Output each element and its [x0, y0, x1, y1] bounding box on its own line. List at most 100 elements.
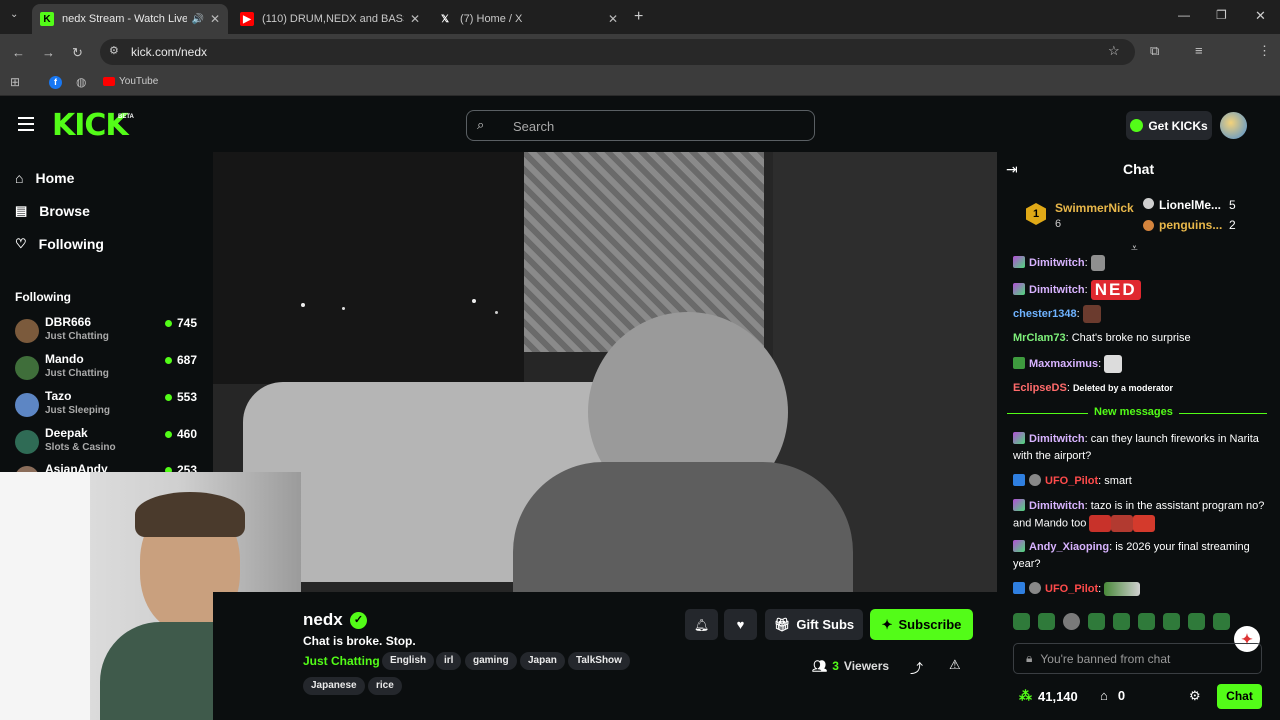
sub-badge-icon [1013, 356, 1025, 369]
emote-bar [1013, 613, 1263, 633]
facebook-icon[interactable]: f [49, 76, 62, 89]
rank-badge: 1 [1026, 203, 1046, 225]
tag[interactable]: irl [436, 652, 462, 670]
tag[interactable]: English [382, 652, 435, 670]
sidebar-item-home[interactable]: ⌂ Home [15, 170, 74, 186]
chat-message: EclipseDS: Deleted by a moderator [1013, 382, 1173, 394]
webcam-window [0, 472, 90, 720]
search-input[interactable]: ⌕ Search [466, 110, 815, 141]
x-favicon-icon: 𝕏 [440, 13, 450, 25]
kicks-balance[interactable]: ⁂ 41,140 [1019, 688, 1078, 704]
tag[interactable]: TalkShow [568, 652, 630, 670]
window-close-icon[interactable]: ✕ [1255, 8, 1266, 24]
user-avatar[interactable] [1220, 112, 1247, 139]
video-person-body [513, 462, 853, 592]
channel-name[interactable]: nedx [303, 610, 343, 630]
browser-menu-icon[interactable]: ⋮ [1258, 43, 1271, 59]
following-item[interactable]: DBR666 Just Chatting 745 [15, 315, 205, 349]
chat-title: Chat [1123, 161, 1155, 177]
emote-icon[interactable] [1163, 613, 1180, 630]
youtube-icon [103, 77, 115, 86]
sub-badge-icon [1013, 499, 1025, 511]
sub-badge-icon [1013, 256, 1025, 268]
tab-youtube[interactable]: ▶ (110) DRUM,NEDX and BASS - Y ✕ [232, 4, 428, 34]
emote-icon[interactable] [1113, 613, 1130, 630]
globe-icon[interactable]: ◍ [76, 75, 86, 89]
tab-kick[interactable]: K nedx Stream - Watch Live o 🔊 ✕ [32, 4, 228, 34]
home-icon: ⌂ [15, 170, 24, 186]
sub-badge-icon [1013, 540, 1025, 552]
category-link[interactable]: Just Chatting [303, 654, 380, 668]
close-tab-icon[interactable]: ✕ [210, 12, 220, 26]
collapse-chat-icon[interactable]: ⇥ [1006, 161, 1018, 178]
video-light-dot [342, 307, 345, 310]
emote-icon[interactable] [1088, 613, 1105, 630]
chat-message: Andy_Xiaoping: is 2026 your final stream… [1013, 540, 1250, 570]
follow-button[interactable]: ♥ [724, 609, 757, 640]
search-icon: ⌕ [477, 117, 485, 132]
emote-icon[interactable] [1038, 613, 1055, 630]
get-kicks-button[interactable]: Get KICKs [1126, 111, 1212, 140]
following-item[interactable]: Deepak Slots & Casino 460 [15, 426, 205, 460]
emote-icon[interactable] [1013, 613, 1030, 630]
site-info-icon[interactable]: ⚙ [109, 44, 119, 57]
back-icon[interactable]: ← [12, 45, 25, 60]
emote-icon[interactable] [1188, 613, 1205, 630]
media-controls-icon[interactable]: ≡ [1195, 43, 1203, 58]
avatar-badge-icon [1029, 582, 1041, 594]
ned-emote: NED [1090, 280, 1141, 300]
hamburger-menu-icon[interactable] [18, 117, 34, 131]
gift-icon: 🎁︎ [773, 616, 791, 632]
reload-icon[interactable]: ↻ [72, 45, 83, 61]
tab-x[interactable]: 𝕏 (7) Home / X ✕ [430, 4, 626, 34]
video-player[interactable] [213, 152, 997, 592]
beta-label: BETA [118, 114, 134, 120]
tag[interactable]: Japanese [303, 677, 365, 695]
emote-icon[interactable] [1138, 613, 1155, 630]
extensions-icon[interactable]: ⧉ [1150, 43, 1159, 59]
speaker-icon[interactable]: 🔊 [191, 14, 203, 25]
video-light-dot [472, 299, 476, 303]
leaderboard: 1 SwimmerNick 6 LionelMe... 5 penguins..… [1013, 192, 1268, 240]
viewer-count: 👥︎ 3 Viewers [812, 659, 890, 673]
emote-image [1111, 515, 1134, 532]
gift-count[interactable]: ⌂ 0 [1100, 688, 1125, 703]
restore-icon[interactable]: ❐ [1216, 8, 1227, 22]
youtube-bookmark[interactable]: YouTube [103, 76, 158, 87]
notification-bell-button[interactable]: 🔔︎ [685, 609, 718, 640]
kick-logo[interactable]: KICK [52, 111, 129, 141]
chat-send-button[interactable]: Chat [1217, 684, 1262, 709]
following-item[interactable]: Mando Just Chatting 687 [15, 352, 205, 386]
sidebar-item-following[interactable]: ♡ Following [15, 236, 104, 252]
report-icon[interactable]: ⚠ [949, 657, 961, 673]
chat-settings-icon[interactable]: ⚙ [1189, 688, 1201, 704]
live-dot-icon [164, 357, 172, 364]
avatar [15, 356, 39, 380]
viewers-icon: 👥︎ [812, 659, 828, 673]
apps-grid-icon[interactable]: ⊞ [10, 75, 20, 89]
emote-icon[interactable] [1063, 613, 1080, 630]
mod-badge-icon [1013, 582, 1025, 594]
tag[interactable]: Japan [520, 652, 565, 670]
bookmark-star-icon[interactable]: ☆ [1108, 43, 1120, 59]
close-tab-icon[interactable]: ✕ [410, 12, 420, 26]
tag[interactable]: gaming [465, 652, 517, 670]
live-dot-icon [164, 320, 172, 327]
youtube-favicon-icon: ▶ [240, 12, 254, 26]
close-tab-icon[interactable]: ✕ [608, 12, 618, 26]
following-item[interactable]: Tazo Just Sleeping 553 [15, 389, 205, 423]
tab-search-icon[interactable]: ⌄ [10, 9, 18, 20]
new-tab-icon[interactable]: + [634, 8, 643, 26]
subscribe-button[interactable]: ✦ Subscribe [870, 609, 973, 640]
emote-icon[interactable] [1213, 613, 1230, 630]
url-field[interactable]: ⚙ kick.com/nedx ☆ [100, 39, 1135, 65]
salt-emote [1104, 355, 1123, 373]
share-icon[interactable]: ⤴ [910, 658, 923, 677]
emote-image [1104, 582, 1141, 597]
expand-leaderboard-icon[interactable]: ⩡ [1131, 241, 1138, 256]
tag[interactable]: rice [368, 677, 402, 695]
sidebar-item-browse[interactable]: ▤ Browse [15, 203, 90, 219]
gift-subs-button[interactable]: 🎁︎ Gift Subs [765, 609, 863, 640]
minimize-icon[interactable]: — [1178, 8, 1190, 22]
forward-icon[interactable]: → [42, 45, 55, 60]
